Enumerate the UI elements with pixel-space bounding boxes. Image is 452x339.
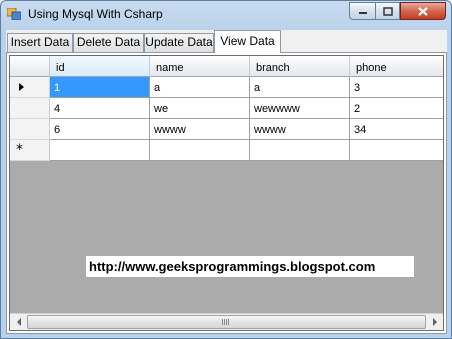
new-row-cell[interactable]: [150, 140, 250, 161]
blog-url-watermark: http://www.geeksprogrammings.blogspot.co…: [86, 256, 414, 277]
grip-icon: [222, 319, 230, 325]
column-header-name[interactable]: name: [150, 56, 250, 77]
table-cell[interactable]: wewwww: [250, 98, 350, 119]
scroll-left-button[interactable]: [10, 314, 27, 330]
new-row-cell[interactable]: [250, 140, 350, 161]
minimize-icon: [358, 12, 367, 14]
client-area: Insert Data Delete Data Update Data View…: [6, 30, 447, 334]
table-cell[interactable]: 6: [50, 119, 150, 140]
title-bar[interactable]: Using Mysql With Csharp: [1, 1, 451, 29]
maximize-icon: [382, 6, 393, 16]
maximize-button[interactable]: [375, 2, 400, 20]
data-grid[interactable]: id name branch phone 1 a a 3 4 we wewwww…: [9, 55, 444, 331]
table-cell[interactable]: 4: [50, 98, 150, 119]
new-row-header[interactable]: *: [10, 140, 50, 161]
row-header[interactable]: [10, 98, 50, 119]
scrollbar-thumb[interactable]: [27, 315, 426, 329]
table-cell[interactable]: 2: [350, 98, 443, 119]
table-cell[interactable]: wwww: [250, 119, 350, 140]
current-row-arrow-icon: [19, 83, 24, 91]
table-cell[interactable]: a: [250, 77, 350, 98]
horizontal-scrollbar[interactable]: [10, 313, 443, 330]
view-data-page: id name branch phone 1 a a 3 4 we wewwww…: [6, 52, 447, 334]
column-header-id[interactable]: id: [50, 56, 150, 77]
tab-update-data[interactable]: Update Data: [144, 33, 214, 52]
new-row-icon: *: [16, 142, 23, 158]
app-icon: [7, 8, 21, 20]
app-window: Using Mysql With Csharp Insert Data Dele…: [0, 0, 452, 339]
table-cell[interactable]: 1: [50, 77, 150, 98]
column-header-branch[interactable]: branch: [250, 56, 350, 77]
close-button[interactable]: [400, 2, 446, 20]
new-row-cell[interactable]: [50, 140, 150, 161]
table-cell[interactable]: we: [150, 98, 250, 119]
chevron-right-icon: [432, 318, 437, 326]
grid-corner-header[interactable]: [10, 56, 50, 77]
scroll-right-button[interactable]: [426, 314, 443, 330]
row-header[interactable]: [10, 119, 50, 140]
new-row-cell[interactable]: [350, 140, 443, 161]
tab-insert-data[interactable]: Insert Data: [7, 33, 73, 52]
close-icon: [418, 6, 428, 16]
minimize-button[interactable]: [349, 2, 375, 20]
table-cell[interactable]: 3: [350, 77, 443, 98]
column-header-phone[interactable]: phone: [350, 56, 443, 77]
table-cell[interactable]: wwww: [150, 119, 250, 140]
row-header[interactable]: [10, 77, 50, 98]
tab-delete-data[interactable]: Delete Data: [73, 33, 144, 52]
table-cell[interactable]: a: [150, 77, 250, 98]
table-cell[interactable]: 34: [350, 119, 443, 140]
tab-view-data[interactable]: View Data: [214, 30, 281, 53]
window-title: Using Mysql With Csharp: [28, 7, 163, 21]
chevron-left-icon: [16, 318, 21, 326]
